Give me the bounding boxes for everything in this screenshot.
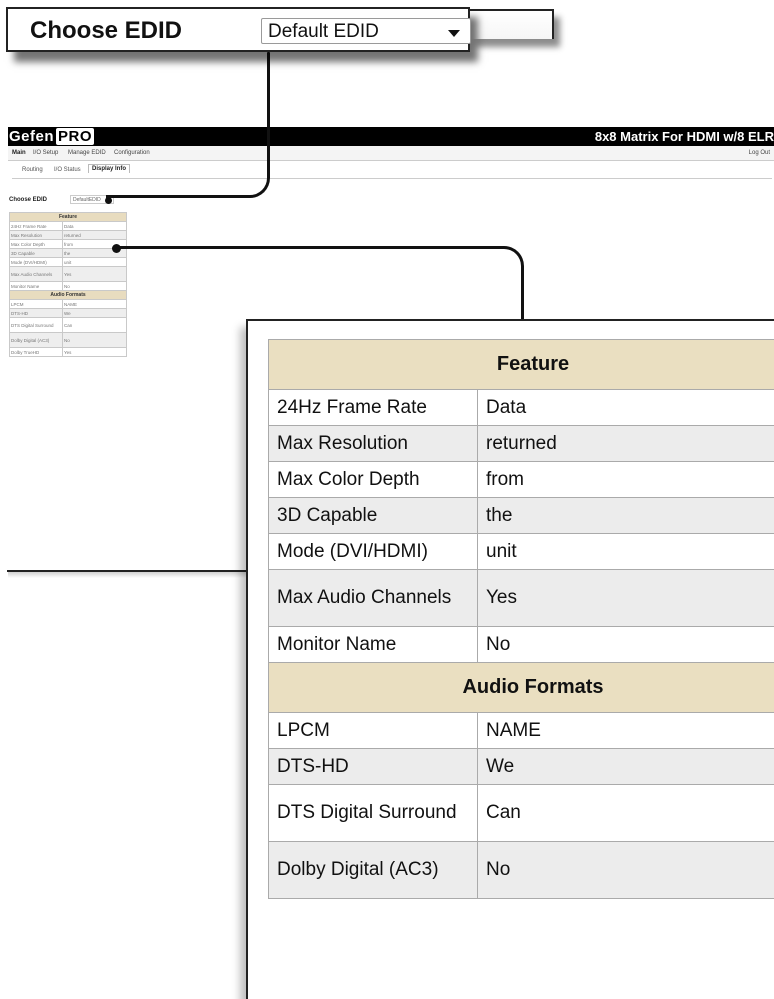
zoomed-table-callout: Feature 24Hz Frame RateData Max Resoluti… <box>246 319 774 999</box>
menu-item-configuration[interactable]: Configuration <box>114 150 150 156</box>
screenshot-shadow <box>8 572 246 578</box>
chevron-down-icon[interactable] <box>448 30 460 37</box>
choose-edid-label: Choose EDID <box>30 17 182 45</box>
mini-display-info-table: Feature 24Hz Frame RateData Max Resoluti… <box>9 212 127 357</box>
tab-io-status[interactable]: I/O Status <box>54 167 81 173</box>
display-info-table: Feature 24Hz Frame RateData Max Resoluti… <box>268 339 774 899</box>
table-row: DTS Digital SurroundCan <box>269 785 774 842</box>
connector-line <box>106 195 246 198</box>
edid-select-value: Default EDID <box>268 21 379 43</box>
menu-item-io-setup[interactable]: I/O Setup <box>33 150 58 156</box>
logout-link[interactable]: Log Out <box>749 150 770 156</box>
audio-formats-header: Audio Formats <box>269 663 774 713</box>
connector-line-2 <box>521 274 524 320</box>
table-row: DTS-HDWe <box>269 749 774 785</box>
tab-display-info[interactable]: Display Info <box>88 164 130 173</box>
edid-select[interactable]: Default EDID <box>261 18 471 44</box>
app-header: GefenPRO 8x8 Matrix For HDMI w/8 ELR <box>8 127 774 146</box>
table-row: Max Resolutionreturned <box>269 426 774 462</box>
table-row: Dolby Digital (AC3)No <box>269 842 774 899</box>
choose-edid-callout: Choose EDID Default EDID <box>6 7 470 52</box>
callout-anchor-dot <box>105 197 112 204</box>
app-title: 8x8 Matrix For HDMI w/8 ELR <box>595 129 774 144</box>
feature-header: Feature <box>269 340 774 390</box>
tab-routing[interactable]: Routing <box>22 167 43 173</box>
menu-item-manage-edid[interactable]: Manage EDID <box>68 150 106 156</box>
sub-tabs: Routing I/O Status Display Info <box>14 164 164 178</box>
menu-item-main[interactable]: Main <box>12 150 26 156</box>
mini-feature-header: Feature <box>10 213 127 222</box>
table-row: Max Audio ChannelsYes <box>269 570 774 627</box>
callout-tab-stub <box>470 9 554 39</box>
table-row: Mode (DVI/HDMI)unit <box>269 534 774 570</box>
mini-choose-edid-label: Choose EDID <box>9 197 47 203</box>
tab-divider <box>12 178 772 179</box>
table-row: Monitor NameNo <box>269 627 774 663</box>
gefen-logo: GefenPRO <box>9 128 94 145</box>
table-row: LPCMNAME <box>269 713 774 749</box>
mini-audio-header: Audio Formats <box>10 291 127 300</box>
table-row: 3D Capablethe <box>269 498 774 534</box>
connector-line-2 <box>118 246 498 249</box>
table-row: Max Color Depthfrom <box>269 462 774 498</box>
main-menu: Main I/O Setup Manage EDID Configuration… <box>8 146 774 161</box>
table-row: 24Hz Frame RateData <box>269 390 774 426</box>
